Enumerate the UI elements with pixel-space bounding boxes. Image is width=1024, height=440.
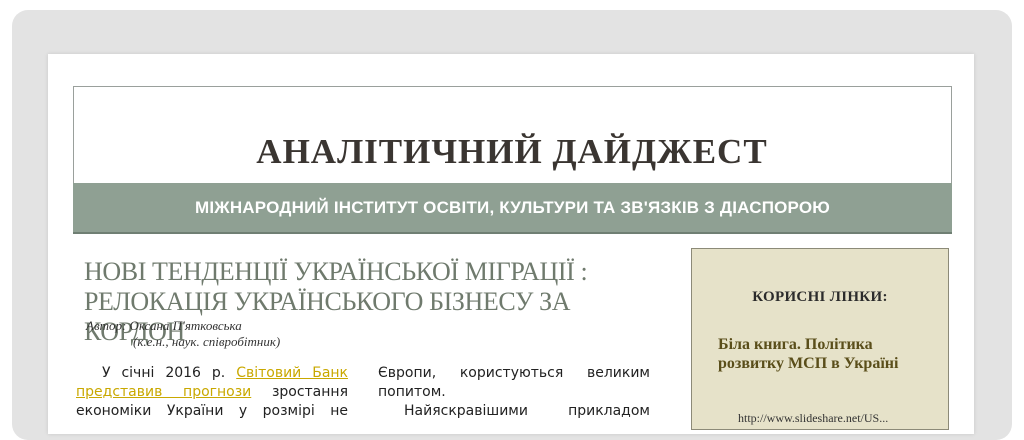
digest-title: АНАЛІТИЧНИЙ ДАЙДЖЕСТ <box>256 132 768 171</box>
column1-line3: економіки України у розмірі не <box>76 403 348 419</box>
column2-text: Найяскравішими прикладом <box>404 403 650 419</box>
white-paper-link-title[interactable]: Біла книга. Політика розвитку МСП в Укра… <box>718 335 918 373</box>
world-bank-link[interactable]: Світовий Банк <box>236 365 348 381</box>
column1-line2: представив прогнози зростання <box>76 383 348 402</box>
forecast-link[interactable]: представив прогнози <box>76 384 251 400</box>
article-column-1: У січні 2016 р. Світовий Банк представив… <box>76 364 348 421</box>
institute-name: МІЖНАРОДНИЙ ІНСТИТУТ ОСВІТИ, КУЛЬТУРИ ТА… <box>194 197 831 217</box>
column1-text: зростання <box>271 384 348 400</box>
column2-line2: попитом. <box>378 384 446 400</box>
institute-banner: МІЖНАРОДНИЙ ІНСТИТУТ ОСВІТИ, КУЛЬТУРИ ТА… <box>73 183 952 234</box>
article-author: Автор: Оксана П'ятковська <box>86 318 242 333</box>
article-column-2: Європи, користуються великим попитом. На… <box>378 364 650 421</box>
useful-links-sidebar: КОРИСНІ ЛІНКИ: Біла книга. Політика розв… <box>691 248 949 430</box>
article-title-line1: НОВІ ТЕНДЕНЦІЇ УКРАЇНСЬКОЇ МІГРАЦІЇ : <box>84 257 588 286</box>
column2-line3: Найяскравішими прикладом <box>378 402 650 421</box>
column1-text: У січні 2016 р. <box>102 365 226 381</box>
author-credentials: (к.е.н., наук. співробітник) <box>133 334 281 349</box>
column2-line1: Європи, користуються великим <box>378 365 650 381</box>
useful-links-heading: КОРИСНІ ЛІНКИ: <box>752 289 888 305</box>
column1-line1: У січні 2016 р. Світовий Банк <box>76 364 348 383</box>
